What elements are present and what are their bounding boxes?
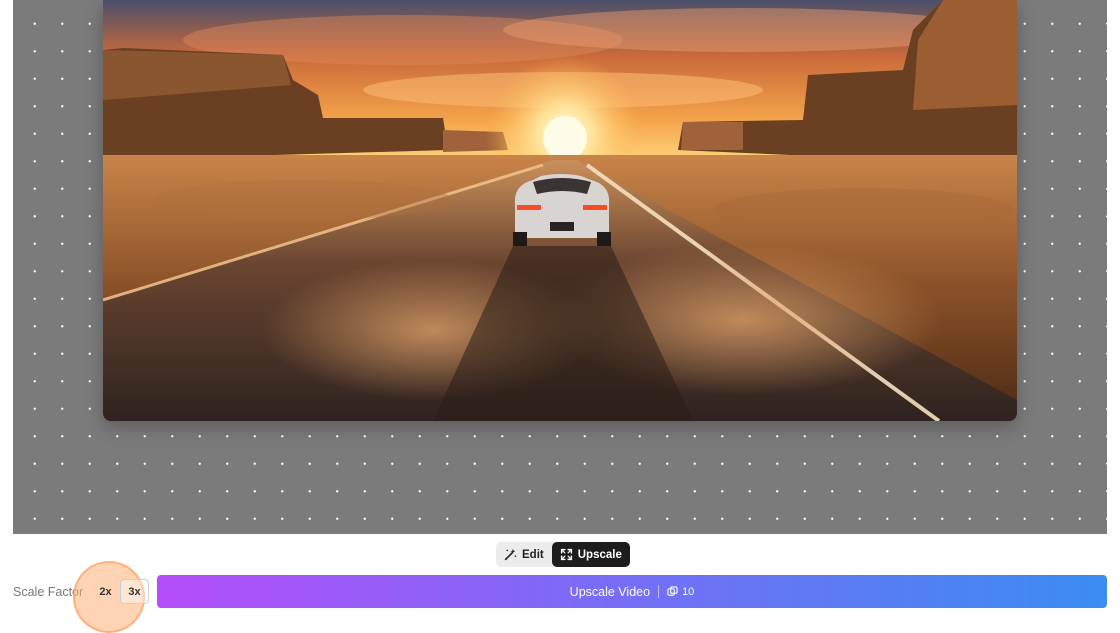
upscale-video-label: Upscale Video xyxy=(569,584,651,599)
upscale-video-button[interactable]: Upscale Video 10 xyxy=(157,575,1107,608)
credit-cost: 10 xyxy=(667,586,694,598)
credit-count: 10 xyxy=(682,585,695,598)
video-preview[interactable] xyxy=(103,0,1017,421)
edit-mode-label: Edit xyxy=(522,548,544,561)
scale-option-3x[interactable]: 3x xyxy=(120,579,149,604)
edit-mode-button[interactable]: Edit xyxy=(496,542,552,567)
expand-icon xyxy=(560,548,572,561)
mode-toggle: Edit Upscale xyxy=(496,542,630,567)
upscale-mode-button[interactable]: Upscale xyxy=(551,542,630,567)
upscale-mode-label: Upscale xyxy=(577,548,622,561)
magic-wand-icon xyxy=(504,548,517,561)
desert-road-sunset-image xyxy=(103,0,1017,421)
credits-icon xyxy=(667,586,678,596)
scale-option-2x[interactable]: 2x xyxy=(91,579,120,604)
cta-divider xyxy=(658,585,660,598)
